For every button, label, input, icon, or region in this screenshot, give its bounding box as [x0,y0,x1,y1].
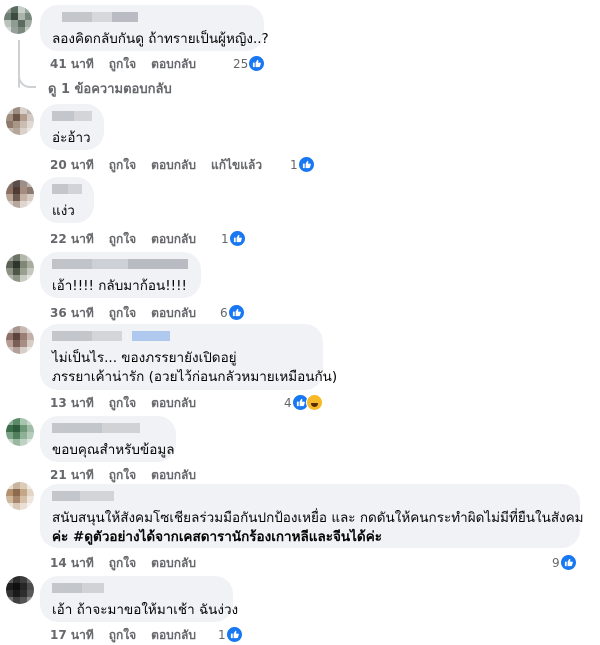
view-replies-link[interactable]: ดู 1 ข้อความตอบกลับ [48,78,172,99]
reaction-count: 6 [220,305,228,320]
reaction-summary[interactable]: 4 [284,394,323,411]
reaction-summary[interactable]: 25 [233,55,266,72]
comment-text: อ่ะอ้าว [52,130,91,146]
reply-button[interactable]: ตอบกลับ [151,554,196,573]
comment-text: แง่ว [52,203,75,219]
avatar[interactable] [6,576,34,604]
comment-actions: 22 นาที ถูกใจ ตอบกลับ [50,230,196,249]
reaction-count: 4 [284,395,292,410]
comment-bubble: แง่ว [40,177,94,223]
like-button[interactable]: ถูกใจ [109,230,136,249]
timestamp[interactable]: 22 นาที [50,230,94,249]
comment-text-line-2: ค่ะ #ดูตัวอย่างได้จากเคสดารานักร้องเกาหล… [52,528,568,547]
comment-bubble: อ่ะอ้าว [40,104,104,150]
timestamp[interactable]: 41 นาที [50,55,94,74]
reply-button[interactable]: ตอบกลับ [151,230,196,249]
like-button[interactable]: ถูกใจ [109,466,136,485]
comment-bubble: สนับสนุนให้สังคมโซเชียลร่วมมือกันปกป้องเ… [40,484,584,548]
author-name-blurred[interactable] [52,184,82,194]
comment-bubble: เอ้า ถ้าจะมาขอให้มาเช้า ฉันง่วง [40,576,239,622]
reply-button[interactable]: ตอบกลับ [151,55,196,74]
comment-actions: 21 นาที ถูกใจ ตอบกลับ [50,466,196,485]
comment-text-line-1: สนับสนุนให้สังคมโซเชียลร่วมมือกันปกป้องเ… [52,510,584,526]
haha-icon [305,394,323,411]
comment-actions: 36 นาที ถูกใจ ตอบกลับ [50,304,196,323]
reaction-summary[interactable]: 1 [290,156,315,173]
like-icon [559,554,577,571]
comment-text: ขอบคุณสำหรับข้อมูล [52,442,175,458]
avatar[interactable] [6,418,34,446]
author-name-blurred[interactable] [52,259,189,269]
reaction-count: 1 [218,627,226,642]
edited-label[interactable]: แก้ไขแล้ว [211,156,262,175]
comment-text-line-2: ภรรยาเค้าน่ารัก (อวยไว้ก่อนกลัวหมายเหมือ… [52,369,338,385]
like-button[interactable]: ถูกใจ [109,394,136,413]
like-icon [248,55,266,72]
timestamp[interactable]: 14 นาที [50,554,94,573]
reaction-count: 9 [552,555,560,570]
like-icon [227,304,245,321]
comment-actions: 20 นาที ถูกใจ ตอบกลับ แก้ไขแล้ว [50,156,262,175]
reply-button[interactable]: ตอบกลับ [151,466,196,485]
timestamp[interactable]: 20 นาที [50,156,94,175]
thread-connector-curve [18,70,36,88]
reaction-summary[interactable]: 9 [552,554,577,571]
author-name-blurred[interactable] [52,111,92,121]
timestamp[interactable]: 21 นาที [50,466,94,485]
comment-actions: 17 นาที ถูกใจ ตอบกลับ [50,626,196,645]
reaction-count: 1 [221,231,229,246]
comment-text: เอ้า ถ้าจะมาขอให้มาเช้า ฉันง่วง [52,602,239,618]
like-icon [297,156,315,173]
avatar[interactable] [4,6,32,34]
like-button[interactable]: ถูกใจ [109,156,136,175]
reaction-summary[interactable]: 1 [221,230,246,247]
reaction-count: 25 [233,56,249,71]
like-icon [225,626,243,643]
reaction-summary[interactable]: 6 [220,304,245,321]
comment-bubble: ลองคิดกลับกันดู ถ้าทรายเป็นผู้หญิง..? [40,5,269,51]
comment-text-line-1: ไม่เป็นไร... ของภรรยายังเปิดอยู่ [52,350,237,366]
reaction-count: 1 [290,157,298,172]
avatar[interactable] [6,254,34,282]
comment-actions: 14 นาที ถูกใจ ตอบกลับ [50,554,196,573]
reply-button[interactable]: ตอบกลับ [151,626,196,645]
like-button[interactable]: ถูกใจ [109,554,136,573]
avatar[interactable] [6,107,34,135]
timestamp[interactable]: 13 นาที [50,394,94,413]
comment-actions: 41 นาที ถูกใจ ตอบกลับ [50,55,196,74]
avatar[interactable] [6,482,34,510]
like-button[interactable]: ถูกใจ [109,304,136,323]
author-name-blurred[interactable] [62,12,252,22]
author-name-blurred[interactable] [52,583,221,593]
reply-button[interactable]: ตอบกลับ [151,156,196,175]
like-button[interactable]: ถูกใจ [109,55,136,74]
author-name-blurred[interactable] [52,491,568,501]
like-button[interactable]: ถูกใจ [109,626,136,645]
avatar[interactable] [6,180,34,208]
author-name-blurred[interactable] [52,331,311,341]
reply-button[interactable]: ตอบกลับ [151,394,196,413]
reply-button[interactable]: ตอบกลับ [151,304,196,323]
comment-bubble: เอ้า!!!! กลับมาก้อน!!!! [40,252,201,298]
avatar[interactable] [6,326,34,354]
comment-text: ลองคิดกลับกันดู ถ้าทรายเป็นผู้หญิง..? [52,31,269,47]
timestamp[interactable]: 17 นาที [50,626,94,645]
comment-text: เอ้า!!!! กลับมาก้อน!!!! [52,278,187,294]
comment-bubble: ขอบคุณสำหรับข้อมูล [40,416,176,462]
timestamp[interactable]: 36 นาที [50,304,94,323]
author-name-blurred[interactable] [52,423,164,433]
comment-actions: 13 นาที ถูกใจ ตอบกลับ [50,394,196,413]
reaction-summary[interactable]: 1 [218,626,243,643]
like-icon [228,230,246,247]
comment-bubble: ไม่เป็นไร... ของภรรยายังเปิดอยู่ ภรรยาเค… [40,324,338,390]
comment-text-line-2-bold: ค่ะ #ดูตัวอย่างได้จากเคสดารานักร้องเกาหล… [52,529,382,545]
